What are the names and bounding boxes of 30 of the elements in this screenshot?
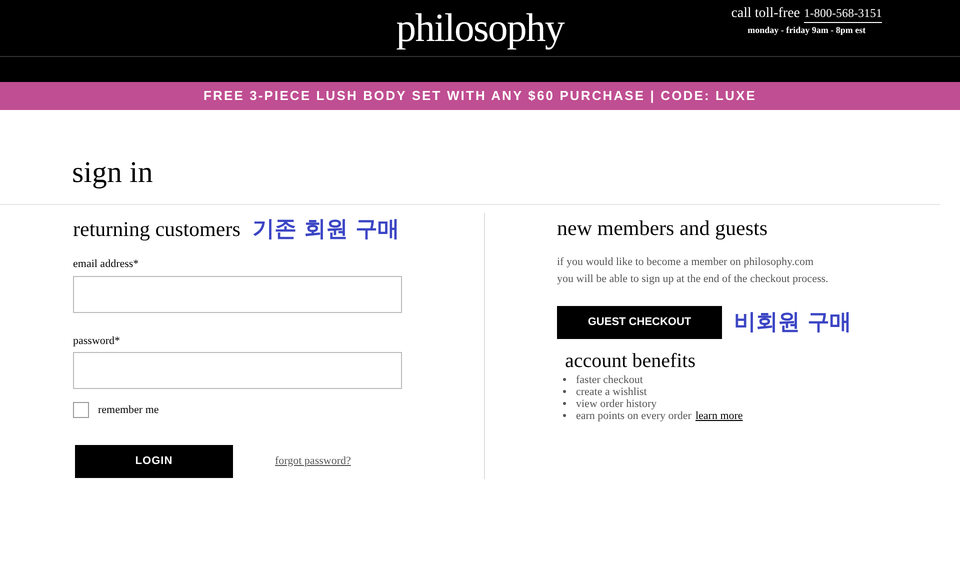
bullet-icon [563,402,566,405]
section-title: new members and guests [557,215,769,242]
benefit-text: view order history [576,398,657,410]
description-text: if you would like to become a member on philosophy.com you will be able to sign up at the end of the checkout process. [557,254,830,286]
phone-link[interactable]: 1-800-568-3151 [804,4,882,23]
remember-checkbox[interactable] [73,402,89,418]
benefit-text: faster checkout [576,374,643,386]
forgot-password-link[interactable]: forgot password? [275,452,351,470]
checkbox-label: remember me [98,403,159,418]
guest-checkout-button[interactable]: GUEST CHECKOUT [557,306,722,338]
login-button[interactable]: LOGIN [75,444,233,478]
annotation-text: 비회원 구매 [734,308,852,336]
benefit-text: earn points on every order [576,410,692,422]
bullet-icon [563,378,566,381]
section-title: account benefits [565,348,696,374]
password-field[interactable] [73,352,402,389]
brand-logo[interactable]: philosophy [396,8,564,48]
page-title: sign in [72,158,153,188]
annotation-text: 기존 회원 구매 [252,216,400,244]
bullet-icon [563,390,566,393]
bullet-icon [563,414,566,417]
section-title: returning customers [73,216,240,243]
phone-label: call toll-free [731,5,800,23]
benefit-text: create a wishlist [576,386,647,398]
promo-banner: FREE 3-PIECE LUSH BODY SET WITH ANY $60 PURCHASE | CODE: LUXE [0,82,960,110]
email-field[interactable] [73,276,402,312]
hours-text: monday - friday 9am - 8pm est [748,24,866,37]
field-label: email address* [73,257,140,272]
learn-more-link[interactable]: learn more [695,410,743,422]
field-label: password* [73,334,122,348]
